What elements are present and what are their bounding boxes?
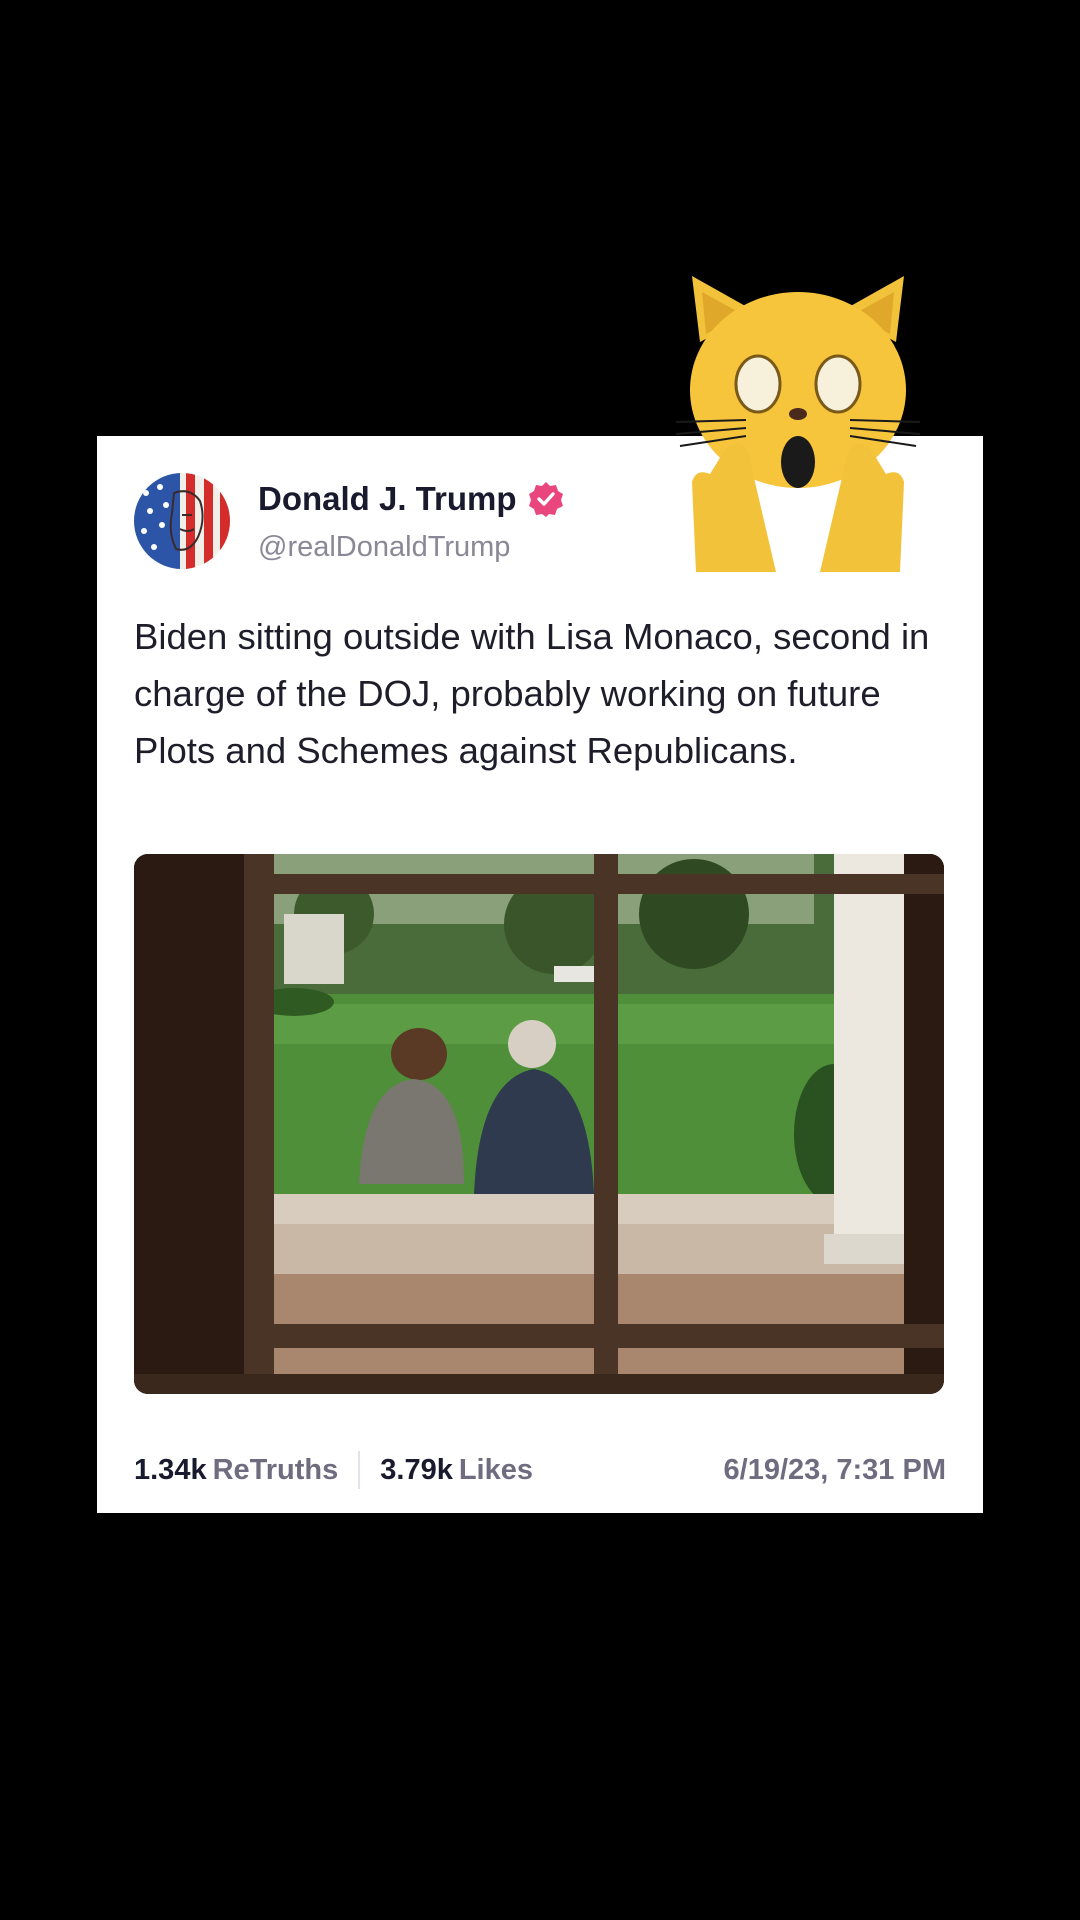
verified-badge-icon — [527, 480, 565, 518]
shocked-cat-emoji — [675, 272, 921, 572]
post-card: Donald J. Trump @realDonaldTrump Biden s… — [97, 436, 983, 1513]
author-handle[interactable]: @realDonaldTrump — [258, 531, 510, 564]
author-name-row: Donald J. Trump — [258, 480, 565, 518]
post-timestamp[interactable]: 6/19/23, 7:31 PM — [724, 1454, 946, 1487]
flag-face-avatar-image — [134, 473, 230, 569]
author-display-name[interactable]: Donald J. Trump — [258, 480, 517, 518]
stats-divider — [358, 1451, 361, 1489]
window-garden-photo — [134, 854, 944, 1394]
likes-count[interactable]: 3.79k — [380, 1454, 453, 1487]
author-avatar[interactable] — [134, 473, 230, 569]
retruths-count[interactable]: 1.34k — [134, 1454, 207, 1487]
post-body-text: Biden sitting outside with Lisa Monaco, … — [134, 616, 930, 771]
retruths-label[interactable]: ReTruths — [213, 1454, 339, 1487]
post-photo[interactable] — [134, 854, 944, 1394]
post-stats-bar: 1.34k ReTruths 3.79k Likes 6/19/23, 7:31… — [134, 1445, 946, 1495]
likes-label[interactable]: Likes — [459, 1454, 533, 1487]
